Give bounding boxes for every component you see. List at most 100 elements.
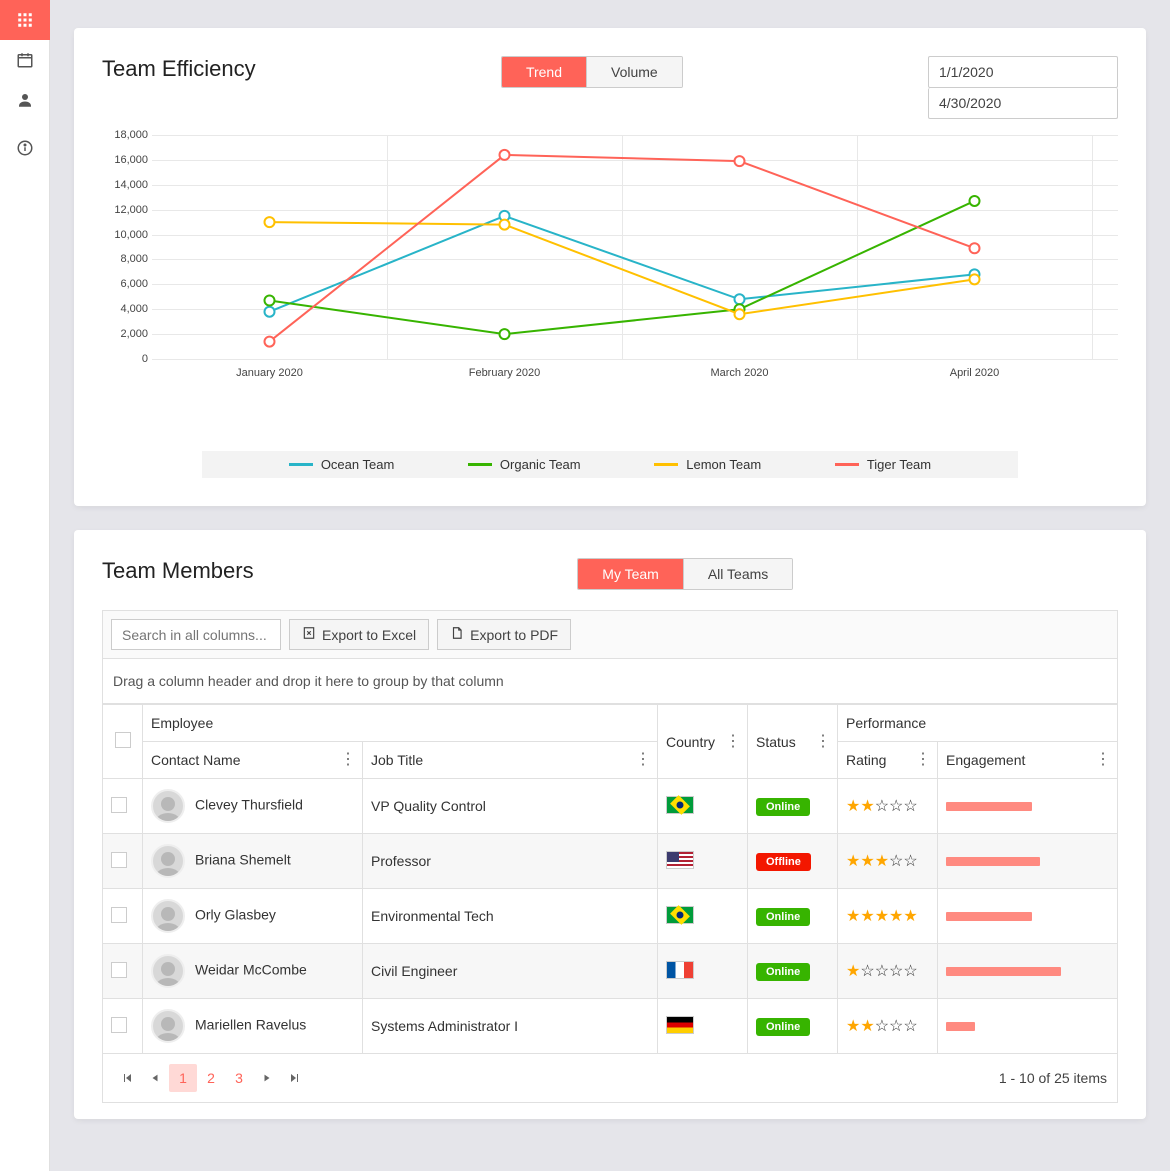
col-engagement[interactable]: Engagement⋮ [938,742,1118,779]
y-tick-label: 16,000 [102,154,148,166]
rating-stars: ★★☆☆☆ [846,798,918,814]
avatar [151,954,185,988]
row-checkbox[interactable] [111,852,127,868]
status-badge: Offline [756,853,811,871]
col-rating[interactable]: Rating⋮ [838,742,938,779]
legend-swatch [835,463,859,466]
calendar-icon [16,51,34,69]
job-title: Civil Engineer [363,944,658,999]
job-title: Environmental Tech [363,889,658,944]
contact-name: Clevey Thursfield [195,797,303,813]
status-badge: Online [756,1018,810,1036]
job-title: Professor [363,834,658,889]
table-row[interactable]: Mariellen Ravelus Systems Administrator I… [103,999,1118,1054]
y-tick-label: 12,000 [102,204,148,216]
pager-page[interactable]: 3 [225,1064,253,1092]
y-tick-label: 0 [102,353,148,365]
rating-stars: ★★☆☆☆ [846,1018,918,1034]
legend-item[interactable]: Tiger Team [835,457,931,472]
legend-swatch [468,463,492,466]
nav-calendar[interactable] [0,40,50,80]
nav-apps[interactable] [0,0,50,40]
legend-item[interactable]: Ocean Team [289,457,394,472]
engagement-bar [946,802,1032,811]
pager-first-icon[interactable] [113,1064,141,1092]
chart-title: Team Efficiency [102,56,256,82]
row-checkbox[interactable] [111,797,127,813]
column-menu-icon[interactable]: ⋮ [915,752,931,768]
chart: 02,0004,0006,0008,00010,00012,00014,0001… [102,135,1118,405]
export-pdf-button[interactable]: Export to PDF [437,619,571,650]
members-table: Employee Country⋮ Status⋮ Performance Co… [102,704,1118,1054]
export-excel-button[interactable]: Export to Excel [289,619,429,650]
flag-icon [666,796,694,814]
user-icon [16,91,34,109]
y-tick-label: 10,000 [102,229,148,241]
legend-label: Tiger Team [867,457,931,472]
legend-swatch [654,463,678,466]
tab-all-teams[interactable]: All Teams [683,559,792,589]
legend-item[interactable]: Lemon Team [654,457,761,472]
info-icon [16,139,34,157]
status-badge: Online [756,798,810,816]
avatar [151,1009,185,1043]
date-from-input[interactable] [928,56,1118,88]
flag-icon [666,1016,694,1034]
y-tick-label: 2,000 [102,328,148,340]
table-row[interactable]: Clevey ThursfieldVP Quality ControlOnlin… [103,779,1118,834]
col-job[interactable]: Job Title⋮ [363,742,658,779]
flag-icon [666,961,694,979]
grid-search-input[interactable] [111,619,281,650]
column-menu-icon[interactable]: ⋮ [815,734,831,750]
rating-stars: ★★★☆☆ [846,853,918,869]
pager-page[interactable]: 2 [197,1064,225,1092]
contact-name: Briana Shemelt [195,852,291,868]
table-row[interactable]: Briana Shemelt Professor Offline ★★★☆☆ [103,834,1118,889]
rating-stars: ★☆☆☆☆ [846,963,918,979]
column-menu-icon[interactable]: ⋮ [635,752,651,768]
nav-info[interactable] [0,128,50,168]
pager-last-icon[interactable] [281,1064,309,1092]
job-title: Systems Administrator I [363,999,658,1054]
column-menu-icon[interactable]: ⋮ [340,752,356,768]
col-country[interactable]: Country⋮ [658,705,748,779]
select-all-checkbox[interactable] [115,732,131,748]
x-tick-label: April 2020 [950,367,1000,379]
table-row[interactable]: Weidar McCombeCivil EngineerOnline★☆☆☆☆ [103,944,1118,999]
legend-swatch [289,463,313,466]
table-row[interactable]: Orly GlasbeyEnvironmental TechOnline★★★★… [103,889,1118,944]
y-tick-label: 14,000 [102,179,148,191]
contact-name: Mariellen Ravelus [195,1017,306,1033]
pager-next-icon[interactable] [253,1064,281,1092]
row-checkbox[interactable] [111,1017,127,1033]
nav-user[interactable] [0,80,50,120]
grid-tabs: My Team All Teams [577,558,793,590]
legend-item[interactable]: Organic Team [468,457,581,472]
tab-trend[interactable]: Trend [502,57,586,87]
apps-icon [16,11,34,29]
pager-prev-icon[interactable] [141,1064,169,1092]
group-drop-area[interactable]: Drag a column header and drop it here to… [102,658,1118,704]
row-checkbox[interactable] [111,962,127,978]
pdf-icon [450,626,464,643]
row-checkbox[interactable] [111,907,127,923]
x-tick-label: January 2020 [236,367,303,379]
pager-page[interactable]: 1 [169,1064,197,1092]
chart-card: Team Efficiency Trend Volume 02,0004,000… [74,28,1146,506]
col-contact[interactable]: Contact Name⋮ [143,742,363,779]
date-to-input[interactable] [928,88,1118,119]
chart-plot-area [152,135,1092,359]
flag-icon [666,906,694,924]
legend-label: Ocean Team [321,457,394,472]
header-group-performance: Performance [838,705,1118,742]
engagement-bar [946,857,1040,866]
col-status[interactable]: Status⋮ [748,705,838,779]
side-nav [0,0,50,1171]
tab-my-team[interactable]: My Team [578,559,683,589]
column-menu-icon[interactable]: ⋮ [725,734,741,750]
avatar [151,789,185,823]
grid-pager: 123 1 - 10 of 25 items [102,1054,1118,1103]
column-menu-icon[interactable]: ⋮ [1095,752,1111,768]
tab-volume[interactable]: Volume [586,57,682,87]
x-tick-label: March 2020 [710,367,768,379]
